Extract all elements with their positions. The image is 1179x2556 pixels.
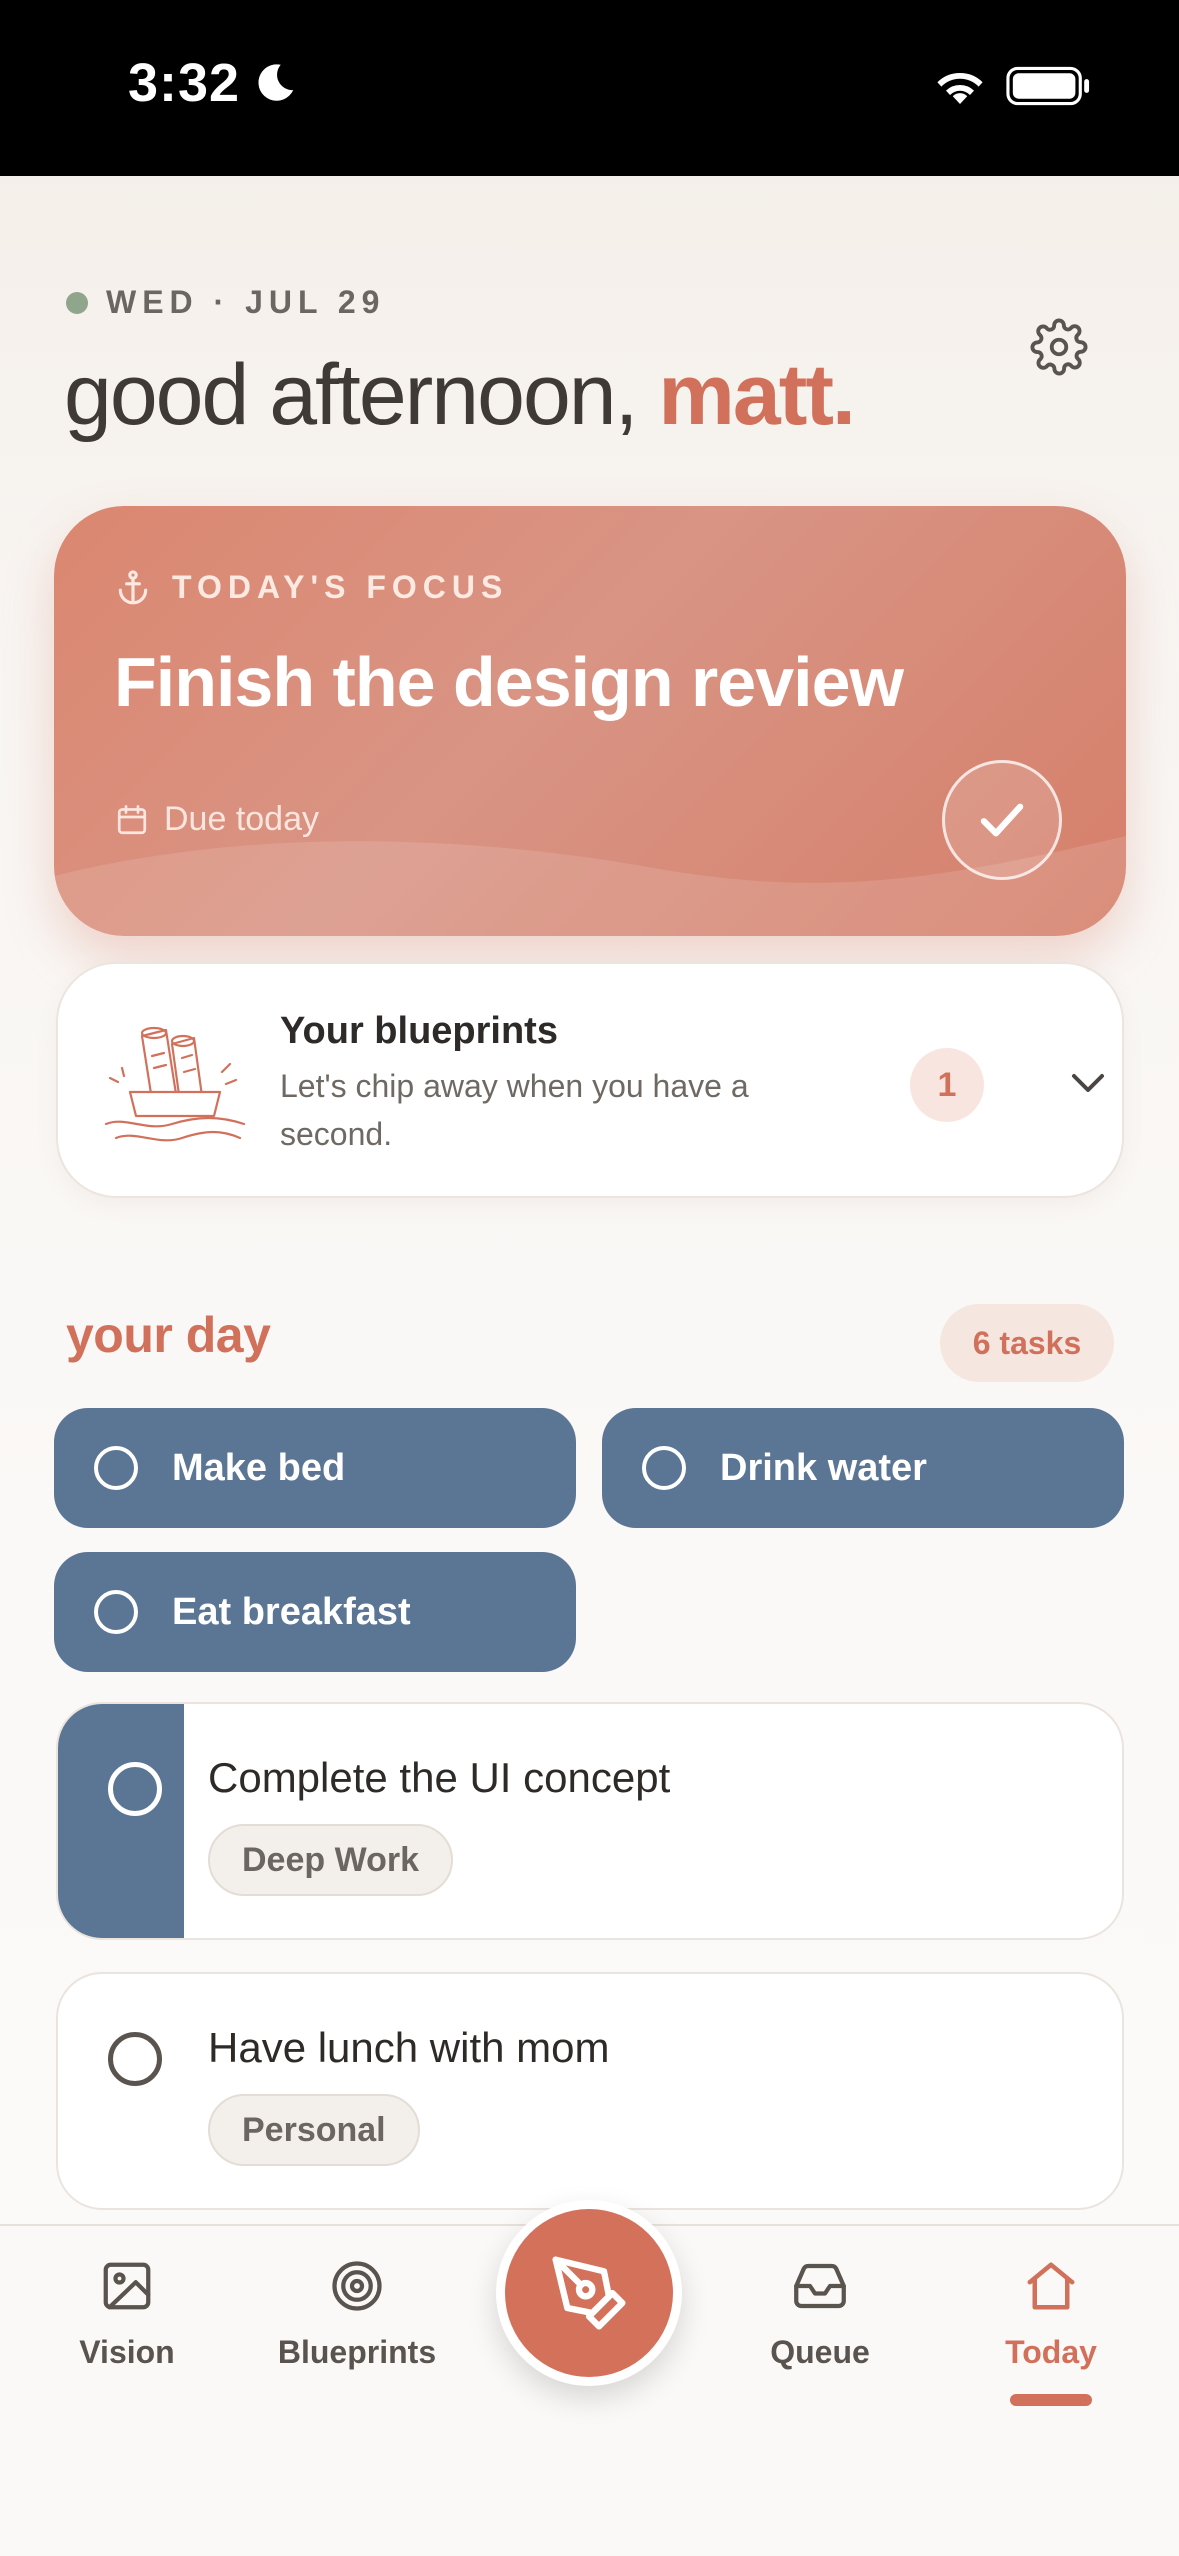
task-tag: Personal <box>208 2094 420 2166</box>
status-dot <box>66 291 88 314</box>
nav-label: Vision <box>79 2334 175 2370</box>
nav-item-queue[interactable]: Queue <box>720 2256 920 2371</box>
user-name: matt. <box>658 347 855 443</box>
moon-icon <box>258 64 294 101</box>
focus-label: TODAY'S FOCUS <box>172 568 509 605</box>
calendar-icon <box>117 804 147 834</box>
task-title: Have lunch with mom <box>208 2024 610 2071</box>
your-day-heading: your day <box>66 1307 271 1363</box>
task-card[interactable]: Have lunch with mom Personal <box>56 1972 1124 2210</box>
chip-label: Drink water <box>720 1446 927 1489</box>
nav-label: Blueprints <box>277 2334 437 2370</box>
task-title: Complete the UI concept <box>208 1754 671 1801</box>
nav-label: Queue <box>770 2334 870 2370</box>
task-color-band <box>58 1704 184 1938</box>
blueprints-title: Your blueprints <box>280 1010 558 1052</box>
focus-card[interactable]: TODAY'S FOCUS Finish the design review D… <box>54 506 1126 936</box>
nav-item-blueprints[interactable]: Blueprints <box>257 2256 457 2371</box>
status-bar: 3:32 <box>0 0 1179 176</box>
nav-item-today[interactable]: Today <box>951 2256 1151 2371</box>
focus-due-label: Due today <box>164 800 319 838</box>
battery-icon <box>1006 66 1090 106</box>
status-time: 3:32 <box>128 53 241 113</box>
complete-focus-button[interactable] <box>942 760 1062 880</box>
image-icon <box>103 2262 151 2310</box>
task-card[interactable]: Complete the UI concept Deep Work <box>56 1702 1124 1940</box>
checkmark-icon <box>980 803 1024 837</box>
blueprints-subtitle: Let's chip away when you have a second. <box>280 1068 749 1152</box>
gear-icon[interactable] <box>1030 318 1088 376</box>
chevron-down-icon[interactable] <box>1068 1068 1108 1098</box>
nav-item-vision[interactable]: Vision <box>27 2256 227 2371</box>
chip-checkbox[interactable] <box>94 1446 138 1490</box>
task-checkbox[interactable] <box>108 2032 162 2086</box>
chip-checkbox[interactable] <box>642 1446 686 1490</box>
date-row: WED · JUL 29 <box>66 284 385 321</box>
nav-label: Today <box>1005 2334 1097 2370</box>
focus-due-row: Due today <box>114 800 319 839</box>
focus-label-row: TODAY'S FOCUS <box>114 568 508 606</box>
chip-label: Make bed <box>172 1446 346 1489</box>
fab-inner <box>505 2209 673 2377</box>
greeting-text: good afternoon, <box>64 347 659 443</box>
habit-chip[interactable]: Make bed <box>54 1408 576 1528</box>
wifi-icon <box>937 72 983 104</box>
pen-nib-icon <box>552 2256 626 2330</box>
active-tab-indicator <box>1010 2394 1092 2406</box>
task-tag: Deep Work <box>208 1824 453 1896</box>
task-count-badge: 6 tasks <box>940 1304 1114 1382</box>
chip-label: Eat breakfast <box>172 1590 411 1633</box>
blueprints-card[interactable]: Your blueprints Let's chip away when you… <box>56 962 1124 1198</box>
home-icon <box>1027 2262 1075 2310</box>
task-checkbox[interactable] <box>108 1762 162 1816</box>
compose-fab[interactable] <box>496 2200 682 2386</box>
habit-chip[interactable]: Drink water <box>602 1408 1124 1528</box>
blueprint-scrolls-illustration <box>104 1026 246 1142</box>
inbox-icon <box>794 2263 846 2309</box>
anchor-icon <box>118 570 148 605</box>
target-icon <box>332 2261 382 2311</box>
greeting-heading: good afternoon, matt. <box>64 346 856 445</box>
habit-chip[interactable]: Eat breakfast <box>54 1552 576 1672</box>
date-label: WED · JUL 29 <box>106 284 386 320</box>
chip-checkbox[interactable] <box>94 1590 138 1634</box>
focus-title: Finish the design review <box>114 643 904 721</box>
blueprints-count-badge: 1 <box>910 1048 984 1122</box>
